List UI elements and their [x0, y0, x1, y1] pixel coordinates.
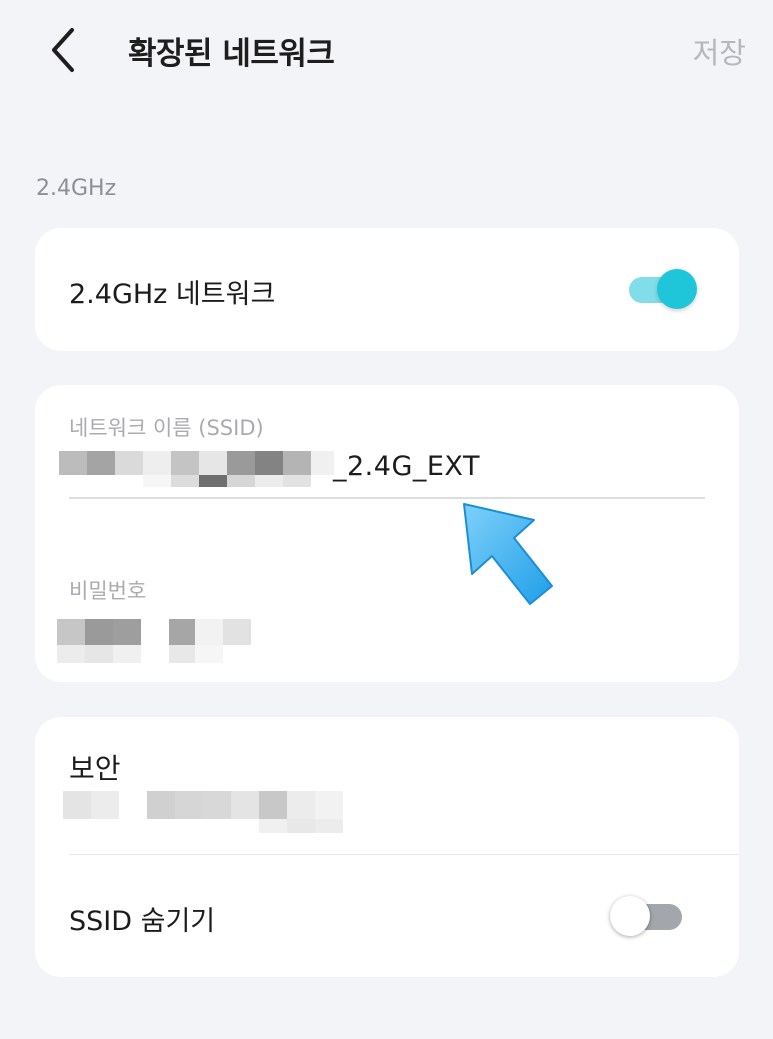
- network-toggle-label: 2.4GHz 네트워크: [69, 279, 276, 310]
- ssid-input[interactable]: _2.4G_EXT: [35, 445, 739, 499]
- hide-ssid-label: SSID 숨기기: [69, 906, 216, 937]
- password-input[interactable]: [35, 615, 739, 669]
- toggle-thumb: [657, 269, 697, 309]
- ssid-label: 네트워크 이름 (SSID): [69, 416, 264, 440]
- page-title: 확장된 네트워크: [128, 36, 335, 72]
- security-row[interactable]: 보안: [35, 717, 739, 853]
- security-obscured-value: [63, 791, 343, 835]
- password-obscured-value: [57, 619, 257, 667]
- save-button[interactable]: 저장: [693, 30, 746, 72]
- chevron-left-icon: [52, 28, 74, 72]
- network-toggle-card: 2.4GHz 네트워크: [35, 228, 739, 351]
- page: 확장된 네트워크 저장 2.4GHz 2.4GHz 네트워크 네트워크 이름 (…: [0, 0, 773, 1039]
- toggle-thumb: [610, 896, 650, 936]
- security-label: 보안: [69, 752, 121, 785]
- security-card: 보안 SSID 숨기기: [35, 717, 739, 977]
- top-app-bar: 확장된 네트워크 저장: [0, 0, 773, 100]
- password-label: 비밀번호: [69, 579, 147, 603]
- credentials-card: 네트워크 이름 (SSID) _2.4G_EXT 비밀번호: [35, 385, 739, 682]
- section-label-band: 2.4GHz: [36, 176, 117, 201]
- arrow-pointer-icon: [463, 503, 553, 605]
- hide-ssid-toggle[interactable]: [610, 896, 682, 936]
- hide-ssid-row: SSID 숨기기: [35, 855, 739, 977]
- ssid-underline: [69, 497, 705, 499]
- back-button[interactable]: [40, 22, 90, 78]
- ssid-obscured-prefix: [59, 451, 334, 487]
- network-enable-toggle[interactable]: [629, 269, 697, 309]
- ssid-value-suffix: _2.4G_EXT: [333, 451, 480, 482]
